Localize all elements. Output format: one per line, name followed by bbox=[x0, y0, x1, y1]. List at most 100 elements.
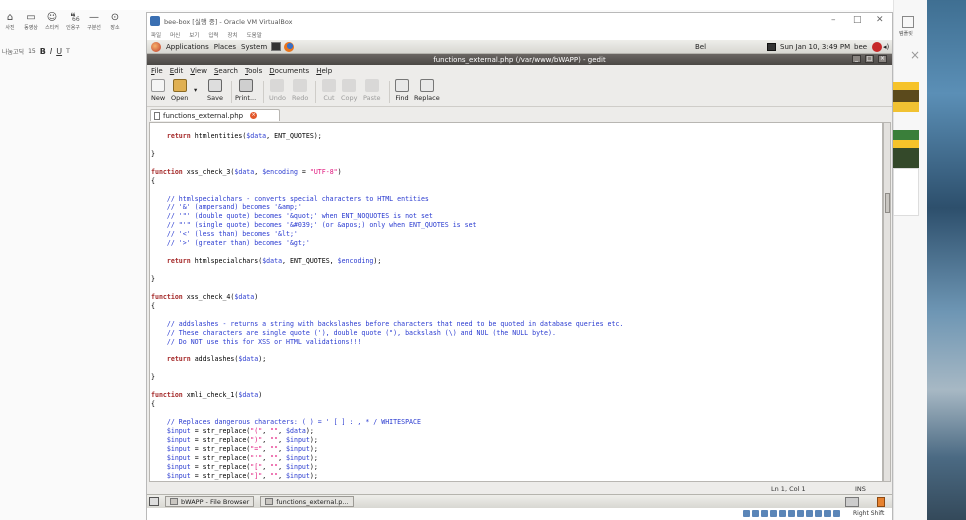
menu-documents[interactable]: Documents bbox=[269, 67, 309, 75]
print-button[interactable]: Print... bbox=[235, 79, 256, 102]
underline-button[interactable]: U bbox=[56, 47, 62, 56]
sticker-tool[interactable]: ☺ 스티커 bbox=[42, 12, 62, 40]
audio-icon[interactable] bbox=[761, 510, 768, 517]
workspace-switcher[interactable] bbox=[845, 496, 859, 507]
menu-file[interactable]: File bbox=[151, 67, 163, 75]
code-line: // '"' (double quote) becomes '&quot;' w… bbox=[151, 212, 881, 221]
mouse-integration-icon[interactable] bbox=[824, 510, 831, 517]
printer-icon bbox=[238, 79, 253, 92]
code-editor[interactable]: return htmlentities($data, ENT_QUOTES);}… bbox=[149, 122, 883, 482]
code-token: "]" bbox=[250, 471, 263, 480]
cpu-icon[interactable] bbox=[815, 510, 822, 517]
open-dropdown[interactable]: ▾ bbox=[194, 86, 197, 94]
cursor-position: Ln 1, Col 1 bbox=[771, 485, 806, 493]
bold-button[interactable]: B bbox=[40, 47, 46, 56]
font-size-select[interactable]: 15 bbox=[28, 48, 36, 55]
menu-help[interactable]: Help bbox=[316, 67, 332, 75]
code-token: function bbox=[151, 292, 183, 301]
replace-icon bbox=[419, 79, 434, 92]
close-icon[interactable]: × bbox=[878, 55, 887, 63]
hdd-icon[interactable] bbox=[743, 510, 750, 517]
applications-menu[interactable]: Applications bbox=[166, 43, 209, 51]
menu-machine[interactable]: 머신 bbox=[170, 31, 180, 39]
power-icon[interactable] bbox=[872, 41, 882, 52]
video-tool[interactable]: ▭ 동영상 bbox=[21, 12, 41, 40]
save-button[interactable]: Save bbox=[207, 79, 223, 102]
keyboard-layout[interactable]: Bel bbox=[695, 43, 706, 51]
menu-help[interactable]: 도움말 bbox=[247, 31, 262, 39]
open-button[interactable]: Open bbox=[171, 79, 188, 102]
menu-view[interactable]: 보기 bbox=[189, 31, 199, 39]
menu-search[interactable]: Search bbox=[214, 67, 238, 75]
maximize-icon[interactable]: □ bbox=[865, 55, 874, 63]
taskbar-item-label: bWAPP - File Browser bbox=[181, 497, 250, 506]
volume-icon[interactable]: ◂) bbox=[883, 43, 889, 51]
monitor-icon[interactable] bbox=[767, 42, 776, 51]
undo-button[interactable]: Undo bbox=[269, 79, 286, 102]
replace-button[interactable]: Replace bbox=[414, 79, 440, 102]
find-button[interactable]: Find bbox=[395, 79, 409, 102]
copy-button[interactable]: Copy bbox=[341, 79, 358, 102]
menu-view[interactable]: View bbox=[190, 67, 207, 75]
code-token: // addslashes - returns a string with ba… bbox=[151, 319, 624, 328]
code-token: , bbox=[262, 435, 271, 444]
cut-button[interactable]: Cut bbox=[322, 79, 336, 102]
code-token: = str_replace( bbox=[190, 462, 251, 471]
taskbar-item-gedit[interactable]: functions_external.p... bbox=[260, 496, 354, 507]
redo-button[interactable]: Redo bbox=[292, 79, 308, 102]
redo-icon bbox=[293, 79, 308, 92]
tab-functions-external[interactable]: functions_external.php × bbox=[150, 109, 280, 121]
folder-icon bbox=[170, 498, 178, 505]
italic-button[interactable]: I bbox=[50, 47, 52, 56]
menu-file[interactable]: 파일 bbox=[151, 31, 161, 39]
minimize-icon[interactable]: – bbox=[831, 15, 836, 25]
code-line: function xmli_check_1($data) bbox=[151, 391, 881, 400]
terminal-icon[interactable] bbox=[271, 42, 282, 51]
photo-tool[interactable]: ⌂ 사진 bbox=[0, 12, 20, 40]
maximize-icon[interactable]: □ bbox=[853, 15, 862, 25]
system-menu[interactable]: System bbox=[241, 43, 267, 51]
place-tool[interactable]: ⊙ 장소 bbox=[105, 12, 125, 40]
code-token: = str_replace( bbox=[190, 435, 251, 444]
clock[interactable]: Sun Jan 10, 3:49 PM bbox=[780, 43, 850, 51]
display-icon[interactable] bbox=[797, 510, 804, 517]
menu-tools[interactable]: Tools bbox=[245, 67, 262, 75]
firefox-icon[interactable] bbox=[284, 41, 295, 52]
tab-close-icon[interactable]: × bbox=[250, 112, 258, 119]
new-button[interactable]: New bbox=[151, 79, 165, 102]
show-desktop-icon[interactable] bbox=[149, 497, 159, 506]
close-icon[interactable]: × bbox=[910, 48, 920, 62]
menu-input[interactable]: 입력 bbox=[208, 31, 218, 39]
shared-folder-icon[interactable] bbox=[788, 510, 795, 517]
taskbar-item-file-browser[interactable]: bWAPP - File Browser bbox=[165, 496, 255, 507]
strike-button[interactable]: T bbox=[66, 48, 70, 55]
code-token: // Do NOT use this for XSS or HTML valid… bbox=[151, 337, 362, 346]
network-icon[interactable] bbox=[770, 510, 777, 517]
keyboard-icon[interactable] bbox=[833, 510, 840, 517]
code-token: // Replaces dangerous characters: ( ) = … bbox=[151, 417, 421, 426]
font-family-select[interactable]: 나눔고딕 bbox=[2, 47, 24, 56]
recording-icon[interactable] bbox=[806, 510, 813, 517]
template-icon[interactable] bbox=[902, 16, 914, 28]
paste-button[interactable]: Paste bbox=[363, 79, 381, 102]
menu-edit[interactable]: Edit bbox=[170, 67, 184, 75]
user-menu[interactable]: bee bbox=[854, 43, 867, 51]
vertical-scrollbar[interactable] bbox=[883, 122, 891, 482]
scrollbar-thumb[interactable] bbox=[885, 193, 890, 213]
code-token: , ENT_QUOTES); bbox=[266, 131, 322, 140]
code-token: $input bbox=[166, 435, 191, 444]
minimize-icon[interactable]: _ bbox=[852, 55, 861, 63]
trash-icon[interactable] bbox=[877, 496, 885, 507]
divider-tool[interactable]: — 구분선 bbox=[84, 12, 104, 40]
places-menu[interactable]: Places bbox=[214, 43, 236, 51]
optical-drive-icon[interactable] bbox=[752, 510, 759, 517]
close-icon[interactable]: ✕ bbox=[876, 15, 884, 25]
menu-devices[interactable]: 장치 bbox=[228, 31, 238, 39]
usb-icon[interactable] bbox=[779, 510, 786, 517]
code-line: // "'" (single quote) becomes '&#039;' (… bbox=[151, 221, 881, 230]
toolbar-separator bbox=[315, 81, 316, 103]
desktop-wallpaper bbox=[927, 0, 966, 520]
code-lines: return htmlentities($data, ENT_QUOTES);}… bbox=[151, 123, 881, 481]
undo-label: Undo bbox=[269, 94, 286, 102]
zoom-select[interactable]: 66 bbox=[72, 16, 80, 23]
